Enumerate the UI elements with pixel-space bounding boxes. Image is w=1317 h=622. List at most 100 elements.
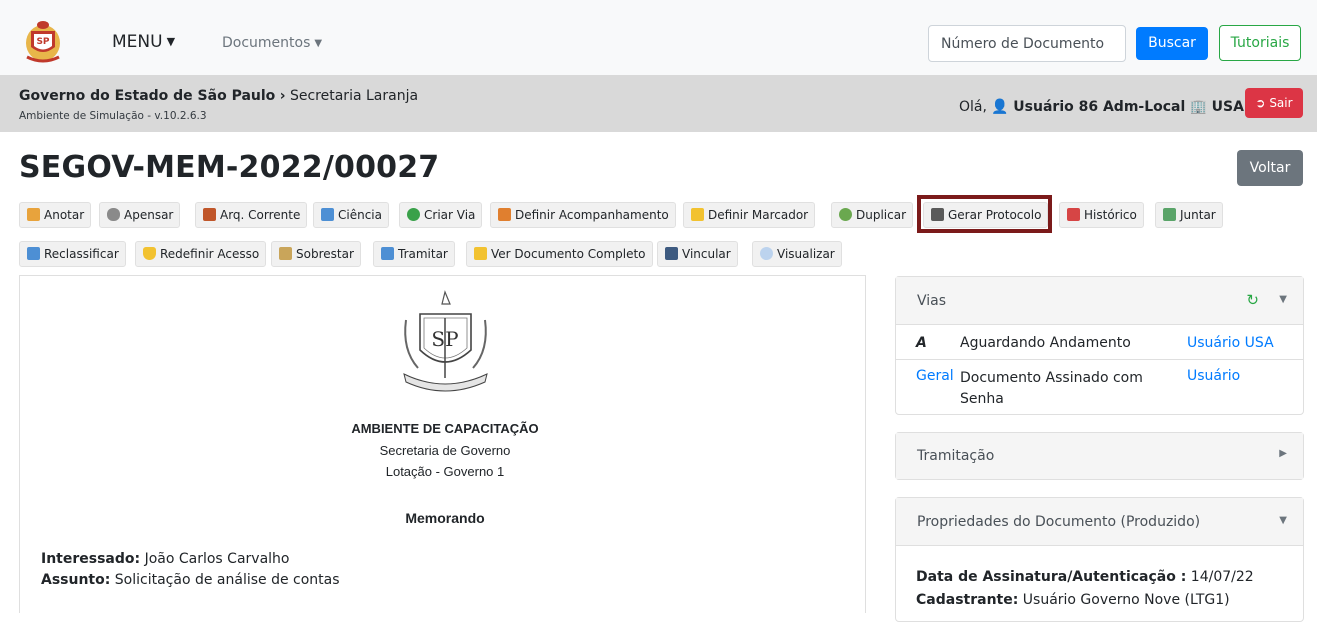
arq-corrente-button[interactable]: Arq. Corrente (195, 202, 308, 228)
button-label: Tramitar (398, 247, 448, 261)
back-button[interactable]: Voltar (1237, 150, 1303, 186)
menu-label: MENU (112, 32, 163, 52)
via-a-user-link[interactable]: Usuário USA (1187, 335, 1274, 351)
definir-marcador-button[interactable]: Definir Marcador (683, 202, 816, 228)
person-icon (498, 208, 511, 221)
tutorials-button[interactable]: Tutoriais (1219, 25, 1301, 61)
via-a-status: Aguardando Andamento (960, 335, 1131, 351)
anotar-button[interactable]: Anotar (19, 202, 92, 228)
documents-menu-button[interactable]: Documentos ▼ (222, 35, 322, 51)
button-label: Duplicar (856, 208, 907, 222)
tramitacao-title: Tramitação (917, 448, 995, 464)
redefinir-acesso-button[interactable]: Redefinir Acesso (135, 241, 267, 267)
button-label: Reclassificar (44, 247, 119, 261)
propriedades-card-header[interactable]: Propriedades do Documento (Produzido) ▼ (896, 498, 1303, 546)
via-a-letter: A (916, 335, 927, 351)
juntar-button[interactable]: Juntar (1155, 202, 1223, 228)
building-icon: 🏢 (1189, 99, 1208, 115)
button-label: Criar Via (424, 208, 476, 222)
button-label: Visualizar (777, 247, 835, 261)
data-assinatura-label: Data de Assinatura/Autenticação : (916, 569, 1187, 585)
chevron-down-icon[interactable]: ▼ (1279, 294, 1287, 305)
assunto-label: Assunto: (41, 572, 111, 588)
button-label: Ciência (338, 208, 382, 222)
sao-paulo-coat-of-arms-icon: SP (403, 290, 488, 392)
greeting-text: Olá, (959, 99, 987, 115)
main-menu-button[interactable]: MENU ▼ (112, 32, 175, 52)
breadcrumb: Governo do Estado de São Paulo › Secreta… (19, 88, 418, 104)
button-label: Arq. Corrente (220, 208, 301, 222)
sao-paulo-logo-icon[interactable]: SP (19, 17, 67, 65)
user-org: USA (1211, 99, 1244, 115)
highlight-box (917, 195, 1052, 233)
reclassificar-button[interactable]: Reclassificar (19, 241, 126, 267)
document-number-search-input[interactable] (928, 25, 1126, 62)
chevron-down-icon[interactable]: ▼ (1279, 515, 1287, 526)
document-title: SEGOV-MEM-2022/00027 (19, 150, 440, 185)
button-label: Juntar (1180, 208, 1216, 222)
tramitar-button[interactable]: Tramitar (373, 241, 455, 267)
breadcrumb-root[interactable]: Governo do Estado de São Paulo (19, 88, 275, 104)
vincular-button[interactable]: Vincular (657, 241, 738, 267)
via-geral-link[interactable]: Geral (916, 368, 954, 384)
send-icon (381, 247, 394, 260)
logout-icon: ➲ (1255, 96, 1266, 110)
eye-icon (760, 247, 773, 260)
divider (896, 359, 1303, 360)
doc-lotacao: Lotação - Governo 1 (385, 464, 505, 479)
search-button[interactable]: Buscar (1136, 27, 1208, 60)
doc-heading: AMBIENTE DE CAPACITAÇÃO (351, 421, 539, 436)
button-label: Histórico (1084, 208, 1137, 222)
breadcrumb-separator: › (279, 88, 286, 104)
svg-text:SP: SP (36, 37, 49, 47)
button-label: Definir Marcador (708, 208, 809, 222)
interessado-label: Interessado: (41, 551, 141, 567)
folder-tag-icon (691, 208, 704, 221)
note-icon (27, 208, 40, 221)
via-user: Usuário (1187, 335, 1241, 351)
calendar-icon (1067, 208, 1080, 221)
assunto-value: Solicitação de análise de contas (114, 572, 340, 588)
sobrestar-button[interactable]: Sobrestar (271, 241, 361, 267)
reclassify-icon (27, 247, 40, 260)
data-assinatura-field: Data de Assinatura/Autenticação : 14/07/… (916, 569, 1254, 585)
tramitacao-card[interactable]: Tramitação ▶ (895, 432, 1304, 480)
ciencia-button[interactable]: Ciência (313, 202, 389, 228)
folder-open-icon (474, 247, 487, 260)
caret-down-icon: ▼ (166, 35, 176, 48)
environment-version: Ambiente de Simulação - v.10.2.6.3 (19, 110, 207, 122)
criar-via-button[interactable]: Criar Via (399, 202, 483, 228)
assunto-field: Assunto: Solicitação de análise de conta… (41, 572, 340, 588)
refresh-icon[interactable]: ↻ (1246, 291, 1259, 309)
doc-type: Memorando (405, 510, 485, 526)
button-label: Anotar (44, 208, 85, 222)
duplicate-icon (839, 208, 852, 221)
archive-icon (203, 208, 216, 221)
via-geral-user-link[interactable]: Usuário (1187, 368, 1240, 384)
add-circle-icon (407, 208, 420, 221)
logout-button[interactable]: ➲ Sair (1245, 88, 1303, 118)
user-info: Olá, 👤 Usuário 86 Adm-Local 🏢 USA (959, 99, 1244, 115)
chevron-right-icon[interactable]: ▶ (1279, 448, 1287, 459)
via-geral-status: Documento Assinado com Senha (960, 370, 1143, 407)
vias-card-header[interactable]: Vias ↻ ▼ (896, 277, 1303, 325)
button-label: Vincular (682, 247, 731, 261)
user-icon: 👤 (991, 99, 1009, 115)
visualizar-button[interactable]: Visualizar (752, 241, 842, 267)
button-label: Apensar (124, 208, 174, 222)
ver-documento-completo-button[interactable]: Ver Documento Completo (466, 241, 653, 267)
apensar-button[interactable]: Apensar (99, 202, 181, 228)
doc-secretaria: Secretaria de Governo (379, 443, 511, 458)
via-org: USA (1244, 335, 1274, 351)
button-label: Definir Acompanhamento (515, 208, 669, 222)
breadcrumb-current[interactable]: Secretaria Laranja (290, 88, 418, 104)
duplicar-button[interactable]: Duplicar (831, 202, 914, 228)
link-icon (107, 208, 120, 221)
definir-acompanhamento-button[interactable]: Definir Acompanhamento (490, 202, 676, 228)
binder-icon (665, 247, 678, 260)
tramitacao-card-header[interactable]: Tramitação ▶ (896, 433, 1303, 479)
historico-button[interactable]: Histórico (1059, 202, 1144, 228)
cadastrante-value: Usuário Governo Nove (LTG1) (1022, 592, 1230, 608)
vias-title: Vias (917, 293, 947, 309)
propriedades-title: Propriedades do Documento (Produzido) (917, 514, 1201, 530)
